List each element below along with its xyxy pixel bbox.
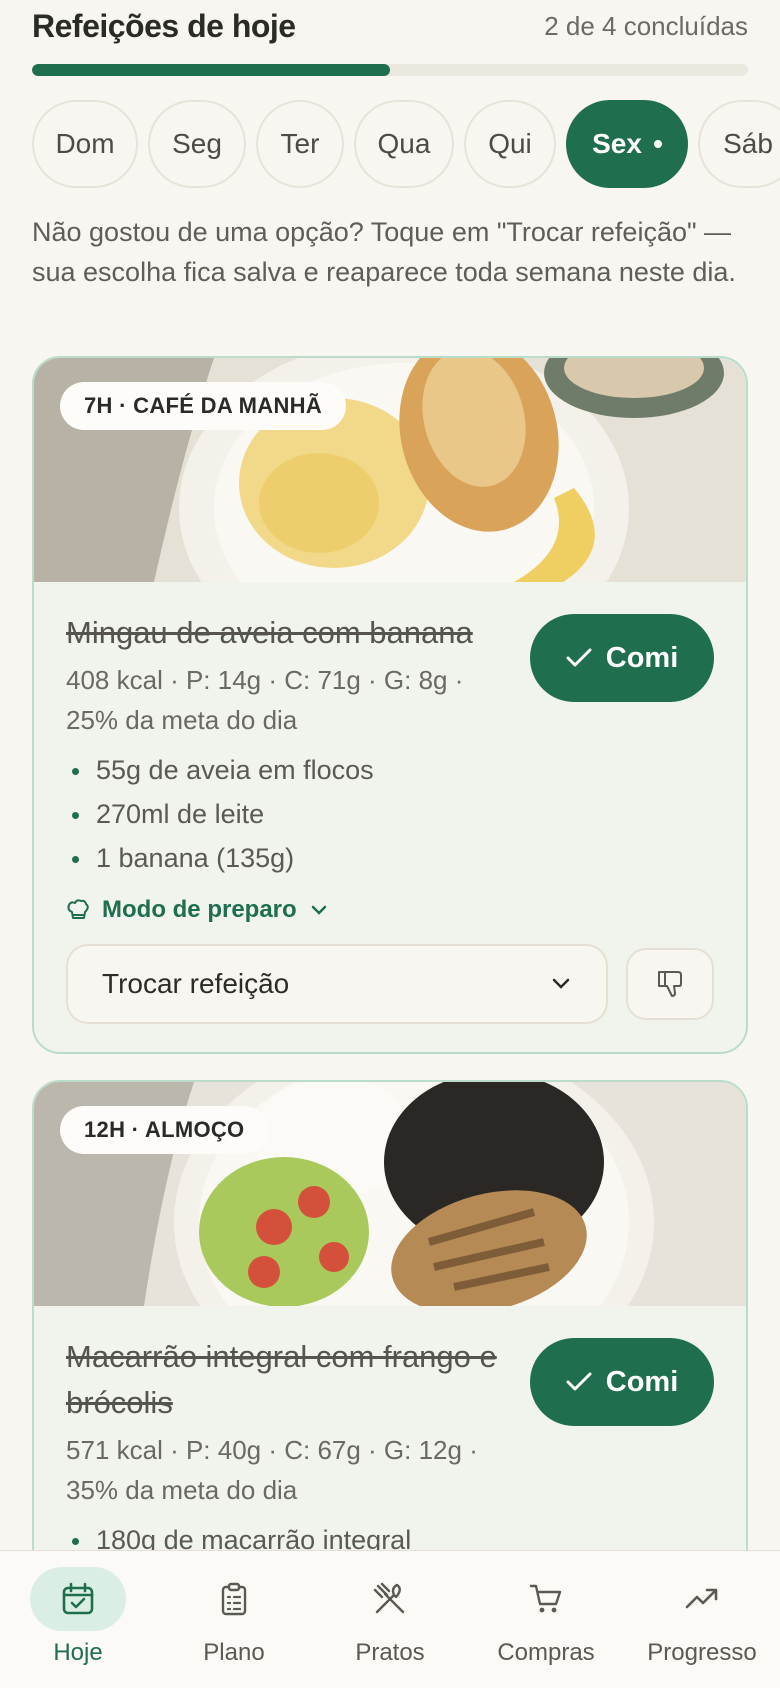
chef-hat-icon — [67, 899, 89, 919]
bottom-nav: Hoje Plano Pratos Compras Progresso — [0, 1550, 780, 1688]
prep-toggle[interactable]: Modo de preparo — [66, 896, 714, 924]
ate-meal-label: Comi — [605, 1365, 679, 1398]
day-chip-qui[interactable]: Qui — [464, 100, 556, 188]
nav-label: Hoje — [53, 1639, 103, 1666]
meal-macros: 571 kcal · P: 40g · C: 67g · G: 12g · 35… — [66, 1435, 478, 1505]
swap-meal-label: Trocar refeição — [102, 968, 290, 999]
trending-up-icon — [685, 1588, 718, 1609]
day-chip-seg[interactable]: Seg — [148, 100, 246, 188]
day-chip-label: Sex — [592, 128, 642, 159]
meal-macros: 408 kcal · P: 14g · C: 71g · G: 8g · 25%… — [66, 665, 464, 735]
list-item: 1 banana (135g) — [66, 836, 714, 880]
ate-meal-button[interactable]: Comi — [530, 1338, 714, 1426]
ate-meal-label: Comi — [605, 641, 679, 674]
chevron-down-icon — [311, 905, 326, 915]
progress-bar — [32, 64, 748, 76]
nav-icon-container — [30, 1567, 126, 1631]
ate-meal-button[interactable]: Comi — [530, 614, 714, 702]
nav-item-pratos[interactable]: Pratos — [312, 1551, 468, 1688]
meal-time-badge: 7H · CAFÉ DA MANHÃ — [60, 382, 347, 430]
nav-icon-container — [498, 1567, 594, 1631]
today-meals-screen: Refeições de hoje 2 de 4 concluídas Dom … — [0, 0, 780, 1688]
chevron-down-icon — [552, 978, 570, 989]
nav-label: Progresso — [647, 1639, 757, 1666]
progress-count: 2 de 4 concluídas — [544, 10, 748, 41]
nav-icon-container — [654, 1567, 750, 1631]
nav-icon-container — [342, 1567, 438, 1631]
clipboard-icon — [221, 1582, 247, 1616]
day-chip-sab[interactable]: Sáb — [698, 100, 780, 188]
meal-name: Mingau de aveia com banana — [66, 615, 473, 650]
prep-label: Modo de preparo — [102, 896, 297, 923]
nav-label: Plano — [203, 1639, 265, 1666]
meal-time-badge: 12H · ALMOÇO — [60, 1106, 269, 1154]
swap-hint: Não gostou de uma opção? Toque em "Troca… — [32, 217, 736, 287]
day-chip-label: Seg — [172, 128, 222, 159]
check-icon — [566, 648, 592, 667]
page-header: Refeições de hoje 2 de 4 concluídas — [32, 6, 748, 46]
day-chip-label: Qui — [488, 128, 532, 159]
nav-item-compras[interactable]: Compras — [468, 1551, 624, 1688]
swap-meal-select[interactable]: Trocar refeição — [66, 944, 608, 1024]
day-selector: Dom Seg Ter Qua Qui Sex Sáb — [32, 100, 780, 188]
meal-card-body: Comi Mingau de aveia com banana 408 kcal… — [34, 582, 746, 1052]
list-item: 55g de aveia em flocos — [66, 748, 714, 792]
day-chip-label: Dom — [55, 128, 115, 159]
nav-icon-container — [186, 1567, 282, 1631]
utensils-icon — [373, 1582, 405, 1614]
meal-actions: Trocar refeição — [66, 944, 714, 1024]
day-chip-label: Sáb — [723, 128, 773, 159]
cart-icon — [529, 1584, 562, 1613]
day-chip-ter[interactable]: Ter — [256, 100, 344, 188]
nav-label: Compras — [497, 1639, 595, 1666]
meal-name: Macarrão integral com frango e brócolis — [66, 1339, 497, 1420]
ingredient-list: 55g de aveia em flocos 270ml de leite 1 … — [66, 748, 714, 880]
nav-item-hoje[interactable]: Hoje — [0, 1551, 156, 1688]
calendar-check-icon — [62, 1582, 94, 1615]
nav-item-progresso[interactable]: Progresso — [624, 1551, 780, 1688]
check-icon — [566, 1372, 592, 1391]
today-dot-icon — [653, 140, 662, 148]
nav-item-plano[interactable]: Plano — [156, 1551, 312, 1688]
day-chip-sex[interactable]: Sex — [566, 100, 688, 188]
nav-label: Pratos — [355, 1639, 425, 1666]
day-chip-dom[interactable]: Dom — [32, 100, 138, 188]
page-title: Refeições de hoje — [32, 7, 296, 44]
meal-photo: 12H · ALMOÇO — [34, 1082, 746, 1306]
day-chip-qua[interactable]: Qua — [354, 100, 454, 188]
day-chip-label: Qua — [377, 128, 431, 159]
list-item: 270ml de leite — [66, 792, 714, 836]
day-chip-label: Ter — [280, 128, 320, 159]
thumbs-down-icon — [658, 971, 682, 997]
dislike-button[interactable] — [626, 948, 714, 1020]
progress-bar-fill — [32, 64, 390, 76]
meal-photo: 7H · CAFÉ DA MANHÃ — [34, 358, 746, 582]
meal-card-breakfast: 7H · CAFÉ DA MANHÃ Comi Mingau de aveia … — [32, 356, 748, 1054]
